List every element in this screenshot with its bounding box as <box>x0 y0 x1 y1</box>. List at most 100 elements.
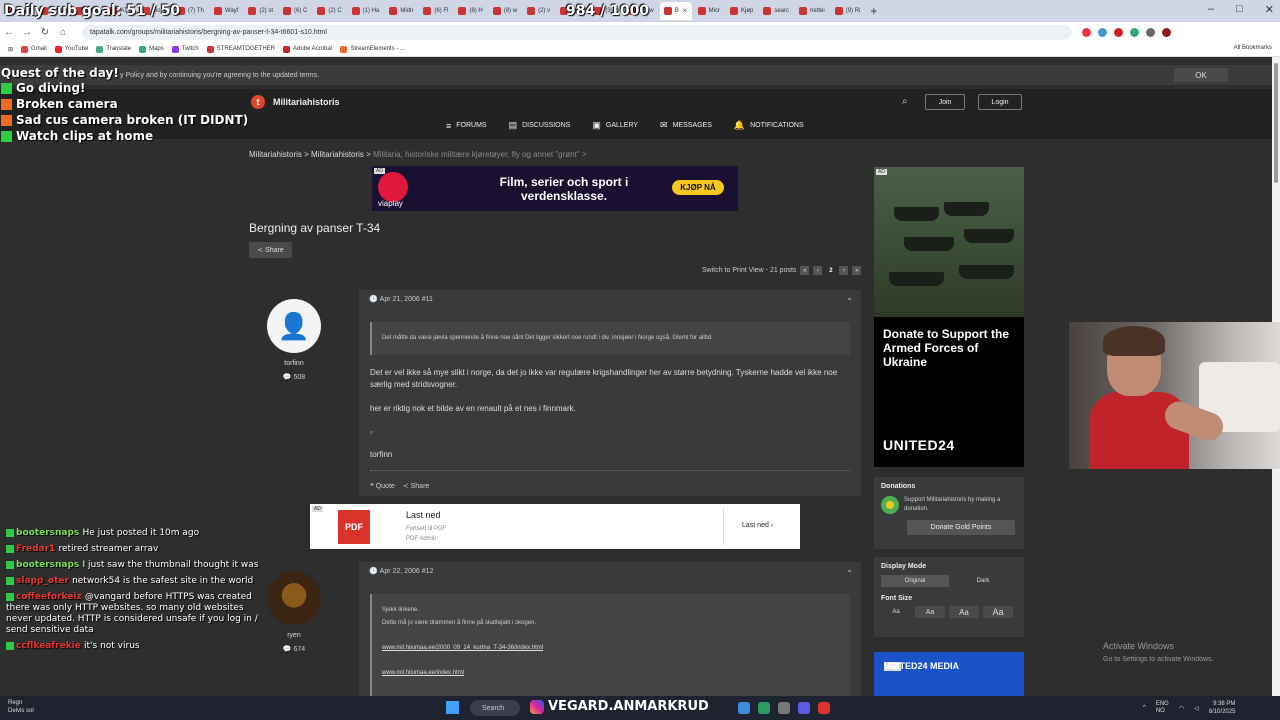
first-page-icon[interactable]: « <box>800 266 810 275</box>
browser-tab[interactable]: (2) C <box>313 2 345 20</box>
prev-page-icon[interactable]: ‹ <box>813 266 823 275</box>
font-size-button[interactable]: Aa <box>983 606 1013 618</box>
browser-tab[interactable]: Micr <box>694 2 724 20</box>
browser-tab[interactable]: (8) w <box>489 2 521 20</box>
breadcrumb-item[interactable]: Militaria, historiske militære kjøretøye… <box>373 150 580 159</box>
language-indicator[interactable]: ENG NO <box>1156 701 1169 715</box>
avatar[interactable]: 👤 <box>267 299 321 353</box>
font-size-button[interactable]: Aa <box>915 606 945 618</box>
post-link[interactable]: www.mil.hiiumaa.ee/index.html <box>382 670 464 676</box>
post-author[interactable]: torfinn <box>264 360 324 367</box>
reload-icon[interactable]: ↻ <box>36 27 54 38</box>
extension-icon[interactable] <box>1130 27 1139 37</box>
browser-tab[interactable]: Kjøp <box>726 2 757 20</box>
new-tab-icon[interactable]: + <box>870 4 877 18</box>
browser-tab[interactable]: B ✕ <box>659 2 692 20</box>
app-icon[interactable] <box>798 702 810 714</box>
settings-icon[interactable] <box>778 702 790 714</box>
bookmark-item[interactable]: YouTube <box>54 45 88 53</box>
maximize-icon[interactable]: □ <box>1236 3 1243 16</box>
browser-tab[interactable]: (2) st <box>244 2 277 20</box>
browser-tab[interactable]: Wayf <box>210 2 242 20</box>
browser-tab[interactable]: (6) Fl <box>419 2 452 20</box>
scroll-thumb[interactable] <box>1274 63 1278 183</box>
bookmark-item[interactable]: Gmail <box>21 45 47 53</box>
weather-widget[interactable]: Regn Delvis sol <box>8 699 34 715</box>
site-name[interactable]: Militariahistoris <box>273 97 340 107</box>
font-size-button[interactable]: Aa <box>949 606 979 618</box>
page-number[interactable]: 2 <box>826 266 835 275</box>
tapatalk-logo[interactable]: t <box>251 95 265 109</box>
forward-icon[interactable]: → <box>18 27 36 38</box>
wifi-icon[interactable]: ◠ <box>1179 705 1184 712</box>
edge-icon[interactable] <box>738 702 750 714</box>
tray-chevron-icon[interactable]: ^ <box>1143 705 1146 711</box>
browser-tab[interactable]: (9) Ri <box>831 2 865 20</box>
avatar[interactable] <box>267 571 321 625</box>
all-bookmarks[interactable]: All Bookmarks <box>1234 45 1272 51</box>
nav-discussions[interactable]: ▤ DISCUSSIONS <box>509 120 571 131</box>
font-size-button[interactable]: Aa <box>881 606 911 618</box>
ad-cta-button[interactable]: KJØP NÅ <box>672 180 724 195</box>
nav-messages[interactable]: ✉ MESSAGES <box>660 120 712 131</box>
minimize-icon[interactable]: – <box>1208 3 1214 16</box>
browser-tab[interactable]: (8) H <box>454 2 486 20</box>
address-bar[interactable]: tapatalk.com/groups/militariahistoris/be… <box>82 24 1072 40</box>
share-post-button[interactable]: ≺ Share <box>403 482 430 490</box>
nav-forums[interactable]: ≡ FORUMS <box>446 120 487 131</box>
browser-tab[interactable]: (2) v <box>523 2 554 20</box>
chevron-down-icon[interactable]: ⌄ <box>846 293 853 302</box>
bookmark-item[interactable]: Translate <box>96 45 131 53</box>
login-button[interactable]: Login <box>978 94 1022 110</box>
chevron-down-icon[interactable]: ⌄ <box>846 565 853 574</box>
clock[interactable]: 9:38 PM 8/10/2025 <box>1209 700 1236 716</box>
extension-icon[interactable] <box>1146 27 1155 37</box>
donate-gold-points-button[interactable]: Donate Gold Points <box>907 520 1015 535</box>
browser-tab[interactable]: Midn <box>385 2 417 20</box>
bookmark-item[interactable]: Maps <box>139 45 164 53</box>
nav-notifications[interactable]: 🔔 NOTIFICATIONS <box>734 120 804 131</box>
next-page-icon[interactable]: › <box>839 266 849 275</box>
post-author[interactable]: ryen <box>264 632 324 639</box>
bookmark-item[interactable]: StreamElements - ... <box>340 45 405 53</box>
taskbar-search[interactable]: Search <box>470 700 520 716</box>
quote-button[interactable]: ❝ Quote <box>370 482 395 490</box>
browser-tab[interactable]: (6) C <box>279 2 311 20</box>
back-icon[interactable]: ← <box>0 27 18 38</box>
chrome-icon[interactable] <box>758 702 770 714</box>
apps-icon[interactable]: ⊞ <box>8 46 13 53</box>
close-window-icon[interactable]: ✕ <box>1265 3 1274 16</box>
cookie-ok-button[interactable]: OK <box>1174 68 1228 82</box>
browser-tab[interactable]: (1) Ha <box>348 2 384 20</box>
last-page-icon[interactable]: » <box>852 266 862 275</box>
bookmark-item[interactable]: STREAMTOGETHER <box>206 45 275 53</box>
close-tab-icon[interactable]: ✕ <box>682 7 688 15</box>
search-icon[interactable]: ⌕ <box>902 96 908 107</box>
join-button[interactable]: Join <box>925 94 965 110</box>
mode-dark-button[interactable]: Dark <box>949 575 1017 587</box>
app-icon[interactable] <box>818 702 830 714</box>
nav-gallery[interactable]: ▣ GALLERY <box>592 120 638 131</box>
bookmark-item[interactable]: Adobe Acrobat <box>283 45 332 53</box>
extension-icon[interactable] <box>1082 27 1091 37</box>
print-view-link[interactable]: Switch to Print View - 21 posts <box>702 267 796 274</box>
pdf-ad[interactable]: AD PDF Last ned Fortsett til PDF PDF Adm… <box>310 504 800 549</box>
volume-icon[interactable]: ◁ <box>1194 705 1199 712</box>
browser-tab[interactable]: nettei <box>795 2 829 20</box>
mode-original-button[interactable]: Original <box>881 575 949 587</box>
home-icon[interactable]: ⌂ <box>54 27 72 38</box>
viaplay-ad[interactable]: AD viaplay Film, serier och sport i verd… <box>372 166 738 211</box>
share-button[interactable]: ≺ Share <box>249 242 292 258</box>
post-link[interactable]: www.mil.hiiumaa.ee/2000_09_14_kurtna_T-3… <box>382 645 543 651</box>
united24-media-ad[interactable]: AD UNITED24 MEDIA <box>874 652 1024 696</box>
ad-cta-button[interactable]: Last ned › <box>742 522 773 529</box>
profile-avatar[interactable] <box>1162 27 1171 37</box>
browser-tab[interactable]: searc <box>759 2 793 20</box>
windows-start-icon[interactable] <box>446 701 459 714</box>
breadcrumb-item[interactable]: Militariahistoris <box>249 150 302 159</box>
breadcrumb-item[interactable]: Militariahistoris <box>311 150 364 159</box>
united24-ad[interactable]: AD Donate to Support the Armed Forces of… <box>874 167 1024 467</box>
extension-icon[interactable] <box>1114 27 1123 37</box>
bookmark-item[interactable]: Twitch <box>171 45 199 53</box>
extension-icon[interactable] <box>1098 27 1107 37</box>
